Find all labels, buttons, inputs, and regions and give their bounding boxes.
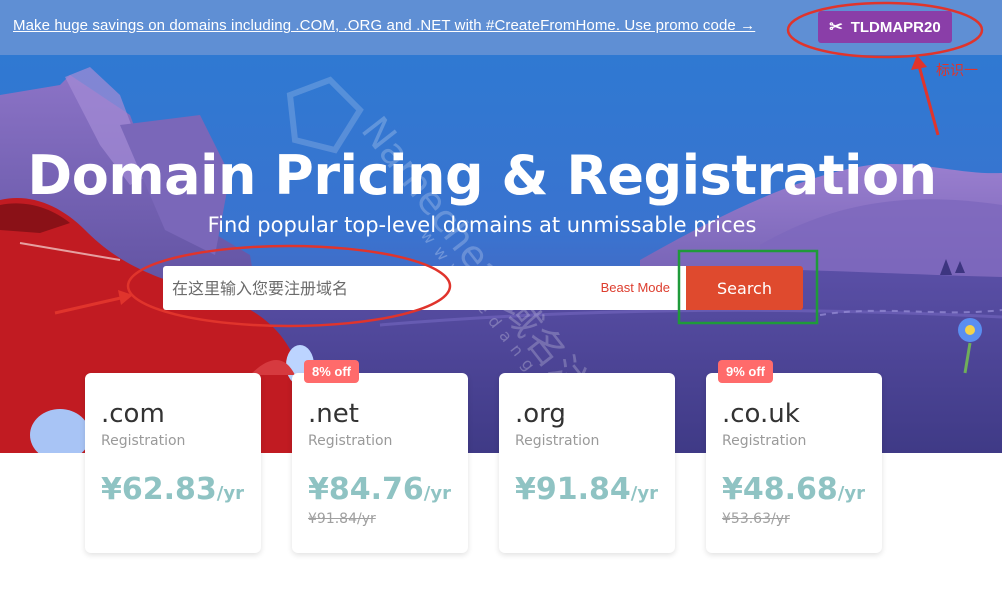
search-box: Beast Mode	[163, 266, 686, 310]
domain-card-org[interactable]: .org Registration ¥91.84/yr	[499, 373, 675, 553]
promo-bar: Make huge savings on domains including .…	[0, 0, 1002, 55]
card-price: ¥48.68/yr	[722, 472, 865, 507]
domain-card-net[interactable]: .net Registration ¥84.76/yr ¥91.84/yr	[292, 373, 468, 553]
domain-card-co-uk[interactable]: .co.uk Registration ¥48.68/yr ¥53.63/yr	[706, 373, 882, 553]
card-tld: .org	[515, 399, 566, 429]
annotation-label: 标识一	[936, 63, 978, 79]
promo-code-button[interactable]: ✂ TLDMAPR20	[818, 11, 952, 43]
domain-card-com[interactable]: .com Registration ¥62.83/yr	[85, 373, 261, 553]
card-label: Registration	[515, 433, 600, 449]
card-tld: .com	[101, 399, 165, 429]
beast-mode-link[interactable]: Beast Mode	[601, 280, 670, 295]
card-tld: .co.uk	[722, 399, 800, 429]
page: Make huge savings on domains including .…	[0, 0, 1002, 597]
discount-badge-net: 8% off	[304, 360, 359, 383]
promo-code-label: TLDMAPR20	[850, 18, 941, 36]
card-old-price: ¥53.63/yr	[722, 511, 790, 527]
discount-badge-co-uk: 9% off	[718, 360, 773, 383]
search-button[interactable]: Search	[686, 266, 803, 310]
card-tld: .net	[308, 399, 359, 429]
card-label: Registration	[308, 433, 393, 449]
page-subtitle: Find popular top-level domains at unmiss…	[207, 213, 757, 237]
card-label: Registration	[722, 433, 807, 449]
page-title: Domain Pricing & Registration	[27, 144, 937, 207]
scissors-icon: ✂	[829, 19, 843, 36]
promo-link[interactable]: Make huge savings on domains including .…	[13, 17, 755, 34]
domain-search-input[interactable]	[172, 266, 572, 310]
card-price: ¥84.76/yr	[308, 472, 451, 507]
card-price: ¥62.83/yr	[101, 472, 244, 507]
card-price: ¥91.84/yr	[515, 472, 658, 507]
card-old-price: ¥91.84/yr	[308, 511, 376, 527]
card-label: Registration	[101, 433, 186, 449]
